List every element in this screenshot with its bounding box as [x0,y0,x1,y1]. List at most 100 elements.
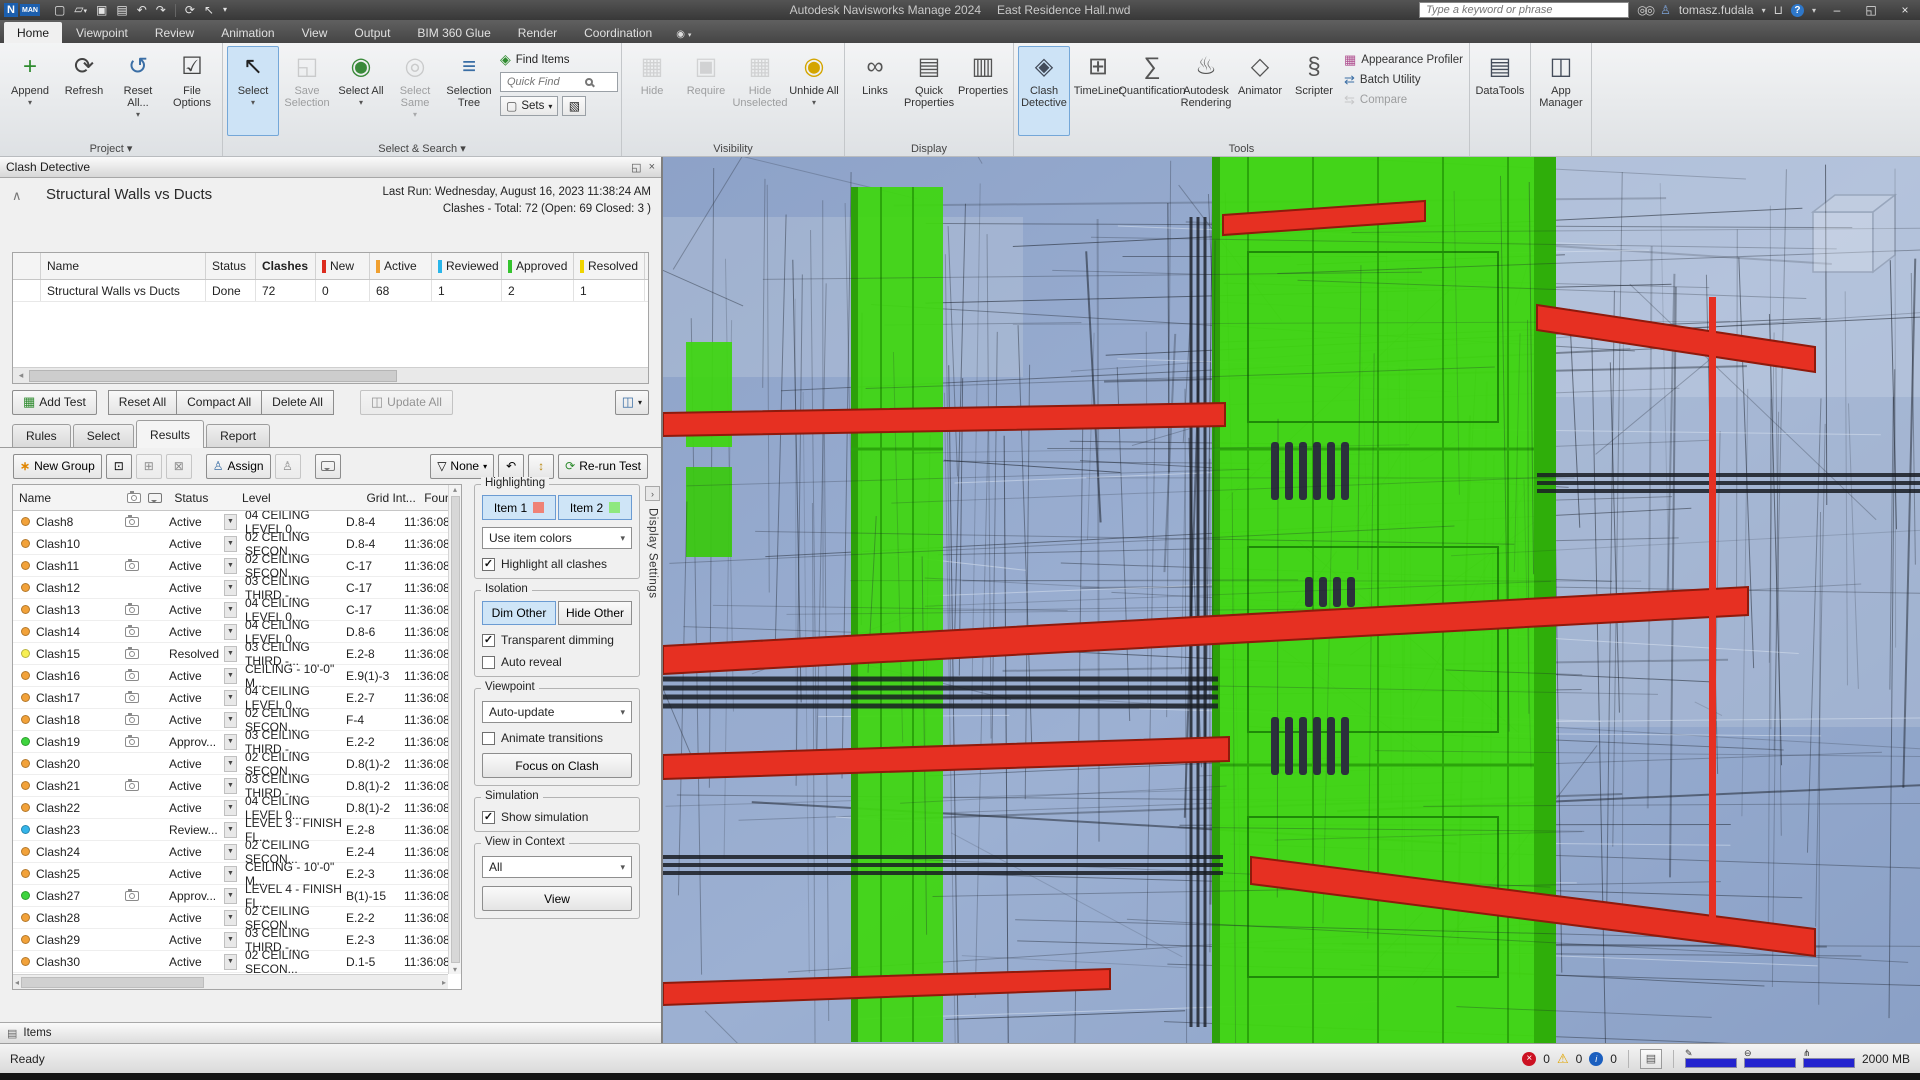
close-button[interactable]: × [1892,1,1918,19]
print-icon[interactable]: ▤ [116,4,127,16]
new-group-button[interactable]: ∗New Group [13,454,102,479]
auto-reveal-checkbox[interactable] [482,656,495,669]
display-settings-tab[interactable]: › Display Settings [644,484,661,990]
ribbon-tab-view[interactable]: View [289,22,341,43]
ribbon-button-quick-properties[interactable]: ▤Quick Properties [903,46,955,136]
ribbon-button-properties[interactable]: ▥Properties [957,46,1009,136]
ribbon-tab-animation[interactable]: Animation [208,22,287,43]
ribbon-group-label[interactable]: Project ▾ [0,142,222,155]
help-search-box[interactable] [1419,2,1629,18]
ribbon-button-append[interactable]: +Append▾ [4,46,56,136]
status-dropdown-icon[interactable]: ▼ [224,712,237,728]
undo-button[interactable]: ↶ [498,454,524,479]
save-icon[interactable]: ▣ [96,4,107,16]
ribbon-tab-output[interactable]: Output [341,22,403,43]
ribbon-button-select[interactable]: ↖Select▾ [227,46,279,136]
quick-find-input[interactable] [505,75,585,89]
media-button[interactable]: ◉▾ [676,29,691,40]
search-binoculars-icon[interactable]: ◎◎ [1637,3,1652,17]
status-dropdown-icon[interactable]: ▼ [224,800,237,816]
ribbon-button-unhide-all[interactable]: ◉Unhide All▾ [788,46,840,136]
quick-find-box[interactable] [500,72,618,92]
quick-find-search-icon[interactable] [585,78,593,86]
restore-button[interactable]: ◱ [1858,1,1884,19]
ribbon-button-datatools[interactable]: ▤DataTools [1474,46,1526,136]
compact-all-button[interactable]: Compact All [176,390,262,415]
status-dropdown-icon[interactable]: ▼ [224,624,237,640]
expand-chevron-icon[interactable]: › [645,486,660,501]
app-logo[interactable]: N MAN [4,3,40,17]
scroll-up-icon[interactable]: ▴ [453,485,457,494]
report-button[interactable]: ◫▾ [615,390,649,415]
signed-in-user[interactable]: tomasz.fudala [1679,3,1754,17]
status-dropdown-icon[interactable]: ▼ [224,536,237,552]
results-hscrollbar[interactable]: ◂▸ [13,974,448,989]
panel-tab-select[interactable]: Select [73,424,134,447]
status-dropdown-icon[interactable]: ▼ [224,910,237,926]
status-dropdown-icon[interactable]: ▼ [224,646,237,662]
status-dropdown-icon[interactable]: ▼ [224,932,237,948]
ribbon-button-select-all[interactable]: ◉Select All▾ [335,46,387,136]
ribbon-button-autodesk-rendering[interactable]: ♨Autodesk Rendering [1180,46,1232,136]
panel-tab-results[interactable]: Results [136,420,204,448]
dim-other-button[interactable]: Dim Other [482,601,556,625]
hscroll-thumb[interactable] [21,977,204,988]
item2-button[interactable]: Item 2 [558,495,632,520]
scroll-down-icon[interactable]: ▾ [453,965,457,974]
status-dropdown-icon[interactable]: ▼ [224,734,237,750]
results-row[interactable]: Clash30Active▼02 CEILING SECON...D.1-511… [13,951,461,973]
focus-on-clash-button[interactable]: Focus on Clash [482,753,632,778]
warning-icon[interactable]: ⚠ [1557,1051,1569,1067]
ribbon-button-scripter[interactable]: §Scripter [1288,46,1340,136]
scroll-left-icon[interactable]: ◂ [13,370,29,381]
ribbon-button-refresh[interactable]: ⟳Refresh [58,46,110,136]
viewpoint-mode-select[interactable]: Auto-update▾ [482,701,632,723]
status-dropdown-icon[interactable]: ▼ [224,558,237,574]
ribbon-button-clash-detective[interactable]: ◈Clash Detective [1018,46,1070,136]
status-dropdown-icon[interactable]: ▼ [224,690,237,706]
model-viewport[interactable] [663,157,1920,1043]
status-dropdown-icon[interactable]: ▼ [224,580,237,596]
ribbon-tab-review[interactable]: Review [142,22,207,43]
tests-col-status[interactable]: Status [206,253,256,279]
new-file-icon[interactable]: ▢ [54,4,65,16]
refresh-icon[interactable]: ⟳ [185,4,195,16]
select-cursor-icon[interactable]: ↖ [204,4,214,16]
ribbon-button-file-options[interactable]: ☑File Options [166,46,218,136]
results-vscrollbar[interactable]: ▴▾ [448,485,461,974]
manage-sets-button[interactable]: ▧ [562,96,586,116]
collapse-chevron-icon[interactable]: ∧ [12,188,22,204]
results-col-name[interactable]: Name [13,485,121,510]
close-panel-icon[interactable]: × [649,161,655,173]
ribbon-button-appearance-profiler[interactable]: ▦Appearance Profiler [1344,52,1463,68]
redo-icon[interactable]: ↷ [156,4,166,16]
tests-hscrollbar[interactable]: ◂ [13,367,648,383]
status-dropdown-icon[interactable]: ▼ [224,822,237,838]
tests-col-new[interactable]: New [316,253,370,279]
results-col-camera[interactable] [121,485,143,510]
filter-dropdown[interactable]: ▽None▾ [430,454,494,479]
use-item-colors-select[interactable]: Use item colors▾ [482,527,632,549]
scroll-left-icon[interactable]: ◂ [15,978,19,987]
ribbon-button-app-manager[interactable]: ◫App Manager [1535,46,1587,136]
ribbon-group-label[interactable]: Select & Search ▾ [223,142,621,155]
scene-statistics-button[interactable]: ▤ [1640,1049,1662,1069]
status-dropdown-icon[interactable]: ▼ [224,866,237,882]
results-col-comment[interactable] [142,485,168,510]
dock-icon[interactable]: ◱ [631,161,641,174]
open-file-icon[interactable]: ▱▾ [74,3,87,18]
ribbon-group-label[interactable]: Visibility [622,143,844,155]
assign-button[interactable]: ♙Assign [206,454,271,479]
ribbon-button-quantification[interactable]: ∑Quantification [1126,46,1178,136]
results-col-status[interactable]: Status [168,485,236,510]
ribbon-tab-home[interactable]: Home [4,22,62,43]
ribbon-group-label[interactable]: Tools [1014,143,1469,155]
undo-icon[interactable]: ↶ [137,4,147,16]
ribbon-button-timeliner[interactable]: ⊞TimeLiner [1072,46,1124,136]
reset-all-button[interactable]: Reset All [108,390,177,415]
results-col-grid[interactable]: Grid Int... [360,485,418,510]
tests-col-name[interactable]: Name [41,253,206,279]
status-dropdown-icon[interactable]: ▼ [224,844,237,860]
add-test-button[interactable]: ▦Add Test [12,390,97,415]
find-items-button[interactable]: ◈Find Items [500,51,618,68]
